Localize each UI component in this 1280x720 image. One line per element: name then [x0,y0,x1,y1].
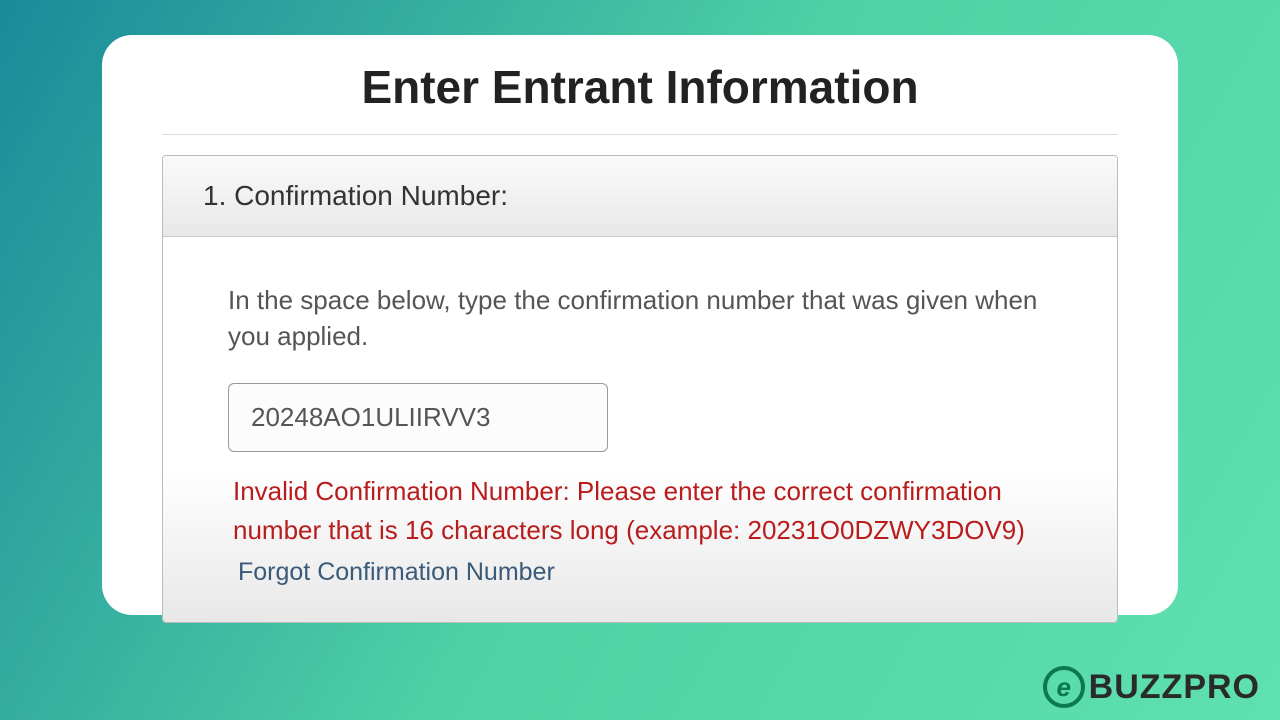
confirmation-number-input[interactable] [228,383,608,452]
section-body: In the space below, type the confirmatio… [163,237,1117,622]
watermark: e BUZZPRO [1043,666,1260,708]
watermark-icon: e [1043,666,1085,708]
section-header-text: 1. Confirmation Number: [203,180,1077,212]
divider [162,134,1118,135]
forgot-confirmation-link[interactable]: Forgot Confirmation Number [228,558,555,587]
watermark-text: BUZZPRO [1089,668,1260,707]
error-message: Invalid Confirmation Number: Please ente… [228,472,1052,550]
watermark-icon-letter: e [1056,672,1070,703]
main-card: Enter Entrant Information 1. Confirmatio… [102,35,1178,615]
page-title: Enter Entrant Information [162,60,1118,114]
instruction-text: In the space below, type the confirmatio… [228,282,1052,355]
section-header: 1. Confirmation Number: [163,156,1117,237]
confirmation-section: 1. Confirmation Number: In the space bel… [162,155,1118,623]
